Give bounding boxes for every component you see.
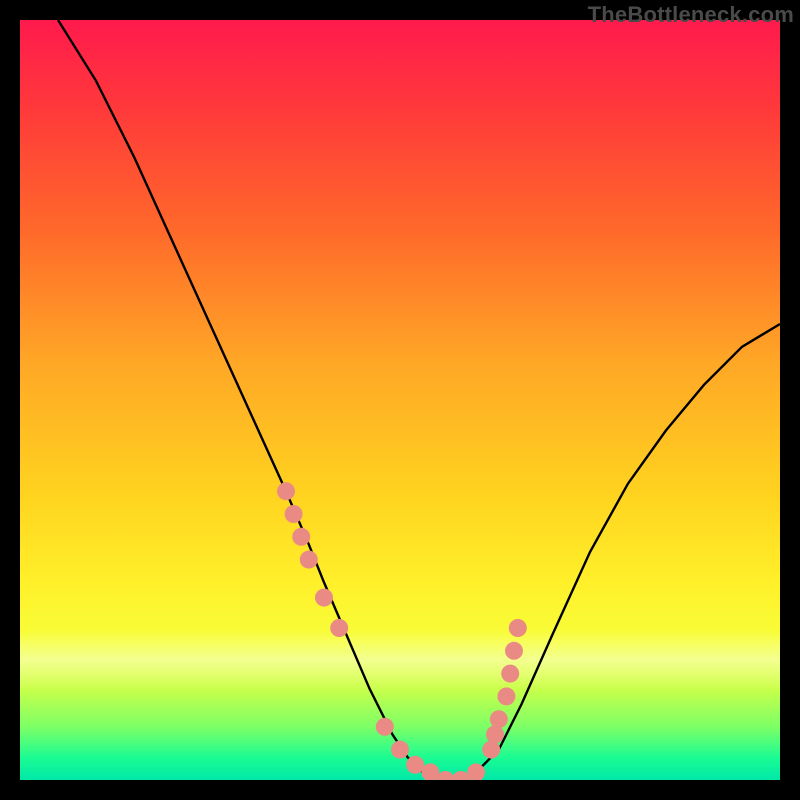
chart-frame: TheBottleneck.com [0, 0, 800, 800]
plot-area [20, 20, 780, 780]
